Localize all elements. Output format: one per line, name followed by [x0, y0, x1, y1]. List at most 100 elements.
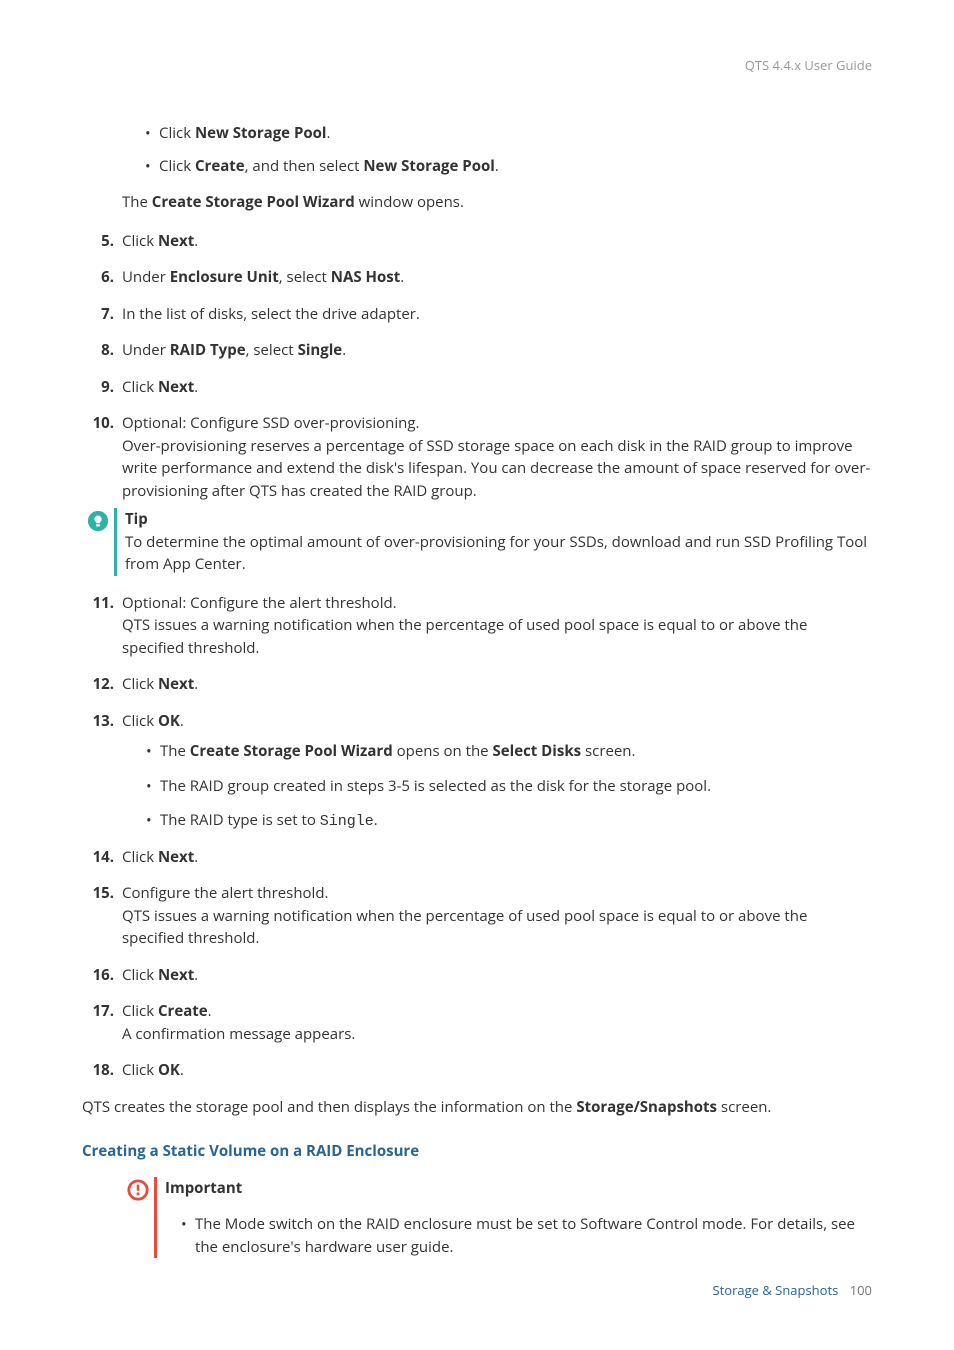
important-icon	[122, 1177, 154, 1259]
text: .	[194, 965, 198, 985]
text: .	[342, 340, 346, 360]
tip-text: To determine the optimal amount of over-…	[125, 531, 872, 576]
bullet-item: Click Create, and then select New Storag…	[145, 155, 872, 178]
step-number: 9.	[82, 376, 122, 399]
step-body: Click Next.	[122, 673, 872, 696]
text: , select	[279, 267, 331, 287]
step-number: 18.	[82, 1059, 122, 1082]
text: .	[208, 1001, 212, 1021]
step-body: Under RAID Type, select Single.	[122, 339, 872, 362]
text: QTS issues a warning notification when t…	[122, 905, 872, 950]
text-bold: Storage/Snapshots	[576, 1097, 717, 1117]
step-number: 15.	[82, 882, 122, 950]
code-inline: Single	[320, 813, 374, 830]
text-bold: Create	[195, 156, 245, 176]
step-18: 18. Click OK.	[82, 1059, 872, 1082]
tip-title: Tip	[125, 508, 872, 531]
text: .	[327, 123, 331, 143]
text: Click	[122, 1001, 158, 1021]
text: .	[194, 377, 198, 397]
text-bold: Create	[158, 1001, 208, 1021]
step-12: 12. Click Next.	[82, 673, 872, 696]
step-body: Click Create. A confirmation message app…	[122, 1000, 872, 1045]
step-13-sublist: The Create Storage Pool Wizard opens on …	[122, 740, 872, 834]
text: Under	[122, 340, 170, 360]
text: Under	[122, 267, 170, 287]
text: The	[160, 741, 190, 761]
step-17: 17. Click Create. A confirmation message…	[82, 1000, 872, 1045]
step-6: 6. Under Enclosure Unit, select NAS Host…	[82, 266, 872, 289]
text-bold: Create Storage Pool Wizard	[152, 192, 355, 212]
text: Optional: Configure SSD over-provisionin…	[122, 412, 872, 435]
footer-section: Storage & Snapshots	[712, 1281, 838, 1299]
step-11: 11. Optional: Configure the alert thresh…	[82, 592, 872, 660]
important-callout: Important • The Mode switch on the RAID …	[122, 1177, 872, 1259]
step-body: Click OK.	[122, 710, 872, 733]
text: Click	[122, 965, 158, 985]
tip-callout: Tip To determine the optimal amount of o…	[82, 508, 872, 576]
text-bold: New Storage Pool	[195, 123, 327, 143]
step-number: 7.	[82, 303, 122, 326]
text: .	[194, 231, 198, 251]
text-bold: Next	[158, 847, 194, 867]
section-heading: Creating a Static Volume on a RAID Enclo…	[82, 1140, 872, 1163]
step-body: Under Enclosure Unit, select NAS Host.	[122, 266, 872, 289]
step-body: Click Next.	[122, 846, 872, 869]
tip-icon	[82, 508, 114, 576]
text: window opens.	[355, 192, 464, 212]
bullet-item: The RAID type is set to Single.	[146, 809, 872, 834]
step-8: 8. Under RAID Type, select Single.	[82, 339, 872, 362]
text: The Mode switch on the RAID enclosure mu…	[195, 1214, 855, 1257]
text-bold: New Storage Pool	[363, 156, 495, 176]
text-bold: Next	[158, 674, 194, 694]
text-bold: Create Storage Pool Wizard	[190, 741, 393, 761]
text: QTS creates the storage pool and then di…	[82, 1097, 576, 1117]
step-number: 16.	[82, 964, 122, 987]
text: Click	[122, 711, 158, 731]
text-bold: OK	[158, 1060, 180, 1080]
text: .	[194, 674, 198, 694]
text: .	[495, 156, 499, 176]
step-5: 5. Click Next.	[82, 230, 872, 253]
step-body: Click OK.	[122, 1059, 872, 1082]
important-bar	[154, 1177, 157, 1259]
text: Click	[122, 1060, 158, 1080]
text-bold: Next	[158, 965, 194, 985]
bullet-item: • The Mode switch on the RAID enclosure …	[181, 1213, 872, 1258]
step-9: 9. Click Next.	[82, 376, 872, 399]
step-body: Click Next.	[122, 230, 872, 253]
tip-bar	[114, 508, 117, 576]
text: .	[194, 847, 198, 867]
text: Click	[122, 674, 158, 694]
text: screen.	[581, 741, 635, 761]
text: The RAID type is set to	[160, 810, 320, 830]
text-bold: OK	[158, 711, 180, 731]
intro-paragraph: The Create Storage Pool Wizard window op…	[122, 191, 872, 214]
bullet-item: Click New Storage Pool.	[145, 122, 872, 145]
text: .	[374, 810, 378, 830]
text: A confirmation message appears.	[122, 1023, 872, 1046]
step-16: 16. Click Next.	[82, 964, 872, 987]
step-body: Click Next.	[122, 964, 872, 987]
text: Click	[159, 123, 195, 143]
step-number: 11.	[82, 592, 122, 660]
step-number: 14.	[82, 846, 122, 869]
text: screen.	[717, 1097, 771, 1117]
step-13: 13. Click OK.	[82, 710, 872, 733]
step-body: Configure the alert threshold. QTS issue…	[122, 882, 872, 950]
text-bold: RAID Type	[170, 340, 246, 360]
step-number: 12.	[82, 673, 122, 696]
header-guide-title: QTS 4.4.x User Guide	[745, 56, 872, 76]
text: Click	[159, 156, 195, 176]
text: Click	[122, 377, 158, 397]
text: Over-provisioning reserves a percentage …	[122, 435, 872, 503]
text-bold: Enclosure Unit	[170, 267, 279, 287]
text: QTS issues a warning notification when t…	[122, 614, 872, 659]
text: , select	[246, 340, 298, 360]
page-footer: Storage & Snapshots 100	[712, 1281, 872, 1301]
text: Click	[122, 847, 158, 867]
step-number: 13.	[82, 710, 122, 733]
tip-body: Tip To determine the optimal amount of o…	[125, 508, 872, 576]
text-bold: Single	[298, 340, 343, 360]
step-number: 6.	[82, 266, 122, 289]
